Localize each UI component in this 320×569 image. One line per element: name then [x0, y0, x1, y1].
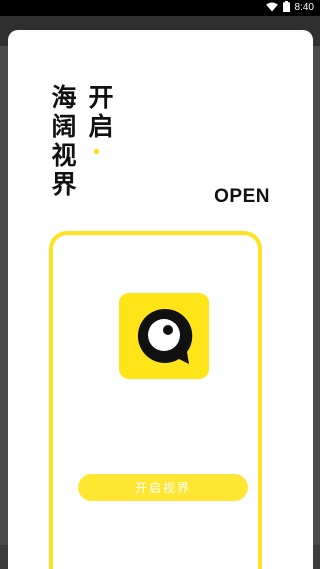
wifi-icon — [265, 2, 278, 15]
open-label: OPEN — [214, 186, 270, 207]
headline-vertical-left: 海阔视界 — [48, 84, 77, 200]
open-vision-button[interactable]: 开启视界 — [78, 474, 248, 501]
battery-icon — [282, 1, 290, 15]
welcome-card: 开启视界 — [49, 231, 262, 569]
accent-dot — [94, 149, 99, 154]
status-bar: 8:40 — [0, 0, 320, 16]
headline-vertical-right: 开启 — [85, 84, 114, 142]
welcome-sheet: 海阔视界 开启 OPEN 开启视界 — [8, 30, 313, 569]
status-icons: 8:40 — [265, 1, 314, 15]
status-time: 8:40 — [294, 2, 314, 13]
app-logo-icon — [119, 293, 209, 379]
